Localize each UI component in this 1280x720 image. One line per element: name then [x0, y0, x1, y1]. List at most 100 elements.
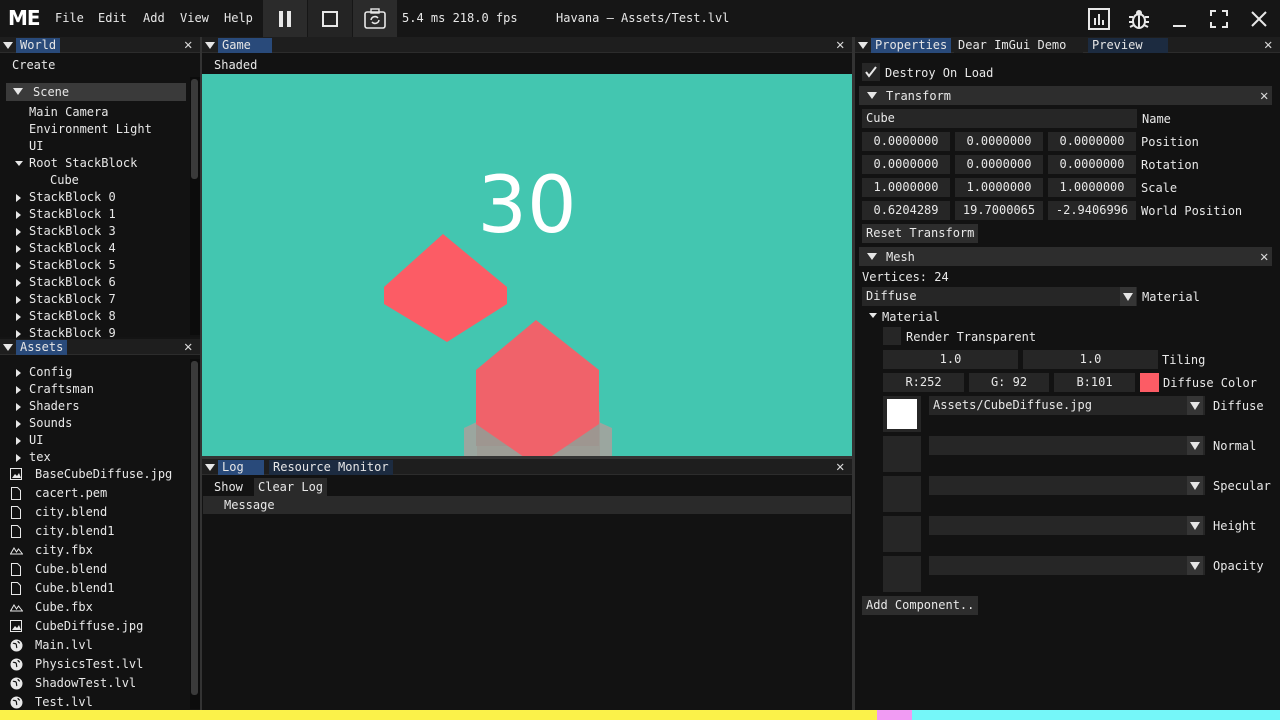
- color-r-field[interactable]: R:252: [883, 373, 964, 392]
- material-expand-icon[interactable]: [869, 313, 877, 318]
- tab-properties[interactable]: Properties: [871, 38, 952, 53]
- asset-file-item[interactable]: ShadowTest.lvl: [35, 676, 136, 690]
- tree-item[interactable]: StackBlock 8: [29, 309, 116, 323]
- show-menu[interactable]: Show: [214, 480, 243, 494]
- menu-help[interactable]: Help: [224, 11, 253, 25]
- stop-button[interactable]: [308, 0, 352, 37]
- tab-imgui-demo[interactable]: Dear ImGui Demo: [954, 38, 1083, 53]
- menu-file[interactable]: File: [55, 11, 84, 25]
- tree-item[interactable]: UI: [29, 139, 43, 153]
- asset-file-item[interactable]: PhysicsTest.lvl: [35, 657, 143, 671]
- asset-file-item[interactable]: Test.lvl: [35, 695, 93, 709]
- close-icon[interactable]: ✕: [184, 38, 192, 52]
- reset-transform-button[interactable]: Reset Transform: [862, 224, 979, 243]
- texture-select[interactable]: [929, 556, 1205, 575]
- asset-file-item[interactable]: CubeDiffuse.jpg: [35, 619, 143, 633]
- color-g-field[interactable]: G: 92: [969, 373, 1049, 392]
- chevron-down-icon[interactable]: [1187, 396, 1203, 415]
- collapse-icon[interactable]: [205, 464, 215, 471]
- texture-slot[interactable]: [883, 556, 921, 592]
- game-viewport[interactable]: 30: [202, 74, 852, 456]
- maximize-button[interactable]: [1206, 6, 1232, 32]
- tree-item[interactable]: Environment Light: [29, 122, 152, 136]
- collapse-icon[interactable]: [3, 42, 13, 49]
- transform-value-field[interactable]: 0.6204289: [862, 201, 950, 220]
- expand-icon[interactable]: [16, 296, 21, 304]
- expand-icon[interactable]: [16, 279, 21, 287]
- pause-button[interactable]: [263, 0, 307, 37]
- texture-select[interactable]: [929, 516, 1205, 535]
- tree-item[interactable]: StackBlock 3: [29, 224, 116, 238]
- close-icon[interactable]: ✕: [184, 340, 192, 354]
- close-icon[interactable]: ✕: [1264, 38, 1272, 52]
- chevron-down-icon[interactable]: [1187, 436, 1203, 455]
- expand-icon[interactable]: [16, 313, 21, 321]
- texture-select[interactable]: Assets/CubeDiffuse.jpg: [929, 396, 1205, 415]
- texture-slot[interactable]: [883, 476, 921, 512]
- name-field[interactable]: Cube: [862, 109, 1137, 128]
- profiler-button[interactable]: [1086, 6, 1112, 32]
- asset-file-item[interactable]: cacert.pem: [35, 486, 107, 500]
- asset-file-item[interactable]: BaseCubeDiffuse.jpg: [35, 467, 172, 481]
- expand-icon[interactable]: [16, 386, 21, 394]
- tab-assets[interactable]: Assets: [16, 340, 68, 355]
- tree-item[interactable]: StackBlock 5: [29, 258, 116, 272]
- chevron-down-icon[interactable]: [1187, 476, 1203, 495]
- tab-preview[interactable]: Preview: [1088, 38, 1168, 53]
- close-window-button[interactable]: [1246, 6, 1272, 32]
- folder-item[interactable]: Craftsman: [29, 382, 94, 396]
- splitter[interactable]: [852, 37, 855, 710]
- transform-value-field[interactable]: -2.9406996: [1048, 201, 1136, 220]
- texture-select[interactable]: [929, 436, 1205, 455]
- asset-file-item[interactable]: Cube.blend1: [35, 581, 114, 595]
- tree-item[interactable]: StackBlock 9: [29, 326, 116, 340]
- world-scrollbar[interactable]: [190, 77, 200, 335]
- expand-icon[interactable]: [16, 330, 21, 338]
- asset-file-item[interactable]: city.blend: [35, 505, 107, 519]
- expand-icon[interactable]: [16, 420, 21, 428]
- splitter[interactable]: [202, 456, 852, 459]
- collapse-icon[interactable]: [858, 42, 868, 49]
- color-swatch[interactable]: [1140, 373, 1159, 392]
- expand-icon[interactable]: [16, 194, 21, 202]
- expand-icon[interactable]: [16, 437, 21, 445]
- transform-value-field[interactable]: 0.0000000: [955, 155, 1043, 174]
- tree-item[interactable]: StackBlock 4: [29, 241, 116, 255]
- reload-button[interactable]: [353, 0, 397, 37]
- asset-file-item[interactable]: Cube.fbx: [35, 600, 93, 614]
- expand-icon[interactable]: [16, 245, 21, 253]
- texture-slot[interactable]: [883, 396, 921, 432]
- chevron-down-icon[interactable]: [1120, 287, 1136, 306]
- texture-slot[interactable]: [883, 436, 921, 472]
- expand-icon[interactable]: [16, 454, 21, 462]
- tab-log[interactable]: Log: [218, 460, 264, 475]
- expand-icon[interactable]: [16, 228, 21, 236]
- transform-value-field[interactable]: 1.0000000: [955, 178, 1043, 197]
- destroy-on-load-checkbox[interactable]: [862, 63, 880, 81]
- expand-icon[interactable]: [16, 262, 21, 270]
- chevron-down-icon[interactable]: [1187, 516, 1203, 535]
- create-menu[interactable]: Create: [12, 58, 55, 72]
- asset-file-item[interactable]: city.blend1: [35, 524, 114, 538]
- minimize-button[interactable]: [1166, 6, 1192, 32]
- transform-value-field[interactable]: 0.0000000: [1048, 155, 1136, 174]
- tab-resource-monitor[interactable]: Resource Monitor: [269, 460, 393, 475]
- clear-log-button[interactable]: Clear Log: [254, 478, 328, 496]
- mesh-header[interactable]: [859, 247, 1272, 266]
- menu-edit[interactable]: Edit: [98, 11, 127, 25]
- tree-item[interactable]: StackBlock 1: [29, 207, 116, 221]
- tab-world[interactable]: World: [16, 38, 61, 53]
- transform-value-field[interactable]: 1.0000000: [862, 178, 950, 197]
- folder-item[interactable]: UI: [29, 433, 43, 447]
- collapse-icon[interactable]: [205, 42, 215, 49]
- close-icon[interactable]: ✕: [836, 460, 844, 474]
- add-component-button[interactable]: Add Component..: [862, 596, 979, 615]
- debug-button[interactable]: [1126, 6, 1152, 32]
- close-icon[interactable]: ✕: [1260, 250, 1268, 264]
- assets-scroll-thumb[interactable]: [191, 361, 198, 695]
- folder-item[interactable]: Shaders: [29, 399, 80, 413]
- collapse-icon[interactable]: [3, 344, 13, 351]
- transform-value-field[interactable]: 1.0000000: [1048, 178, 1136, 197]
- folder-item[interactable]: Sounds: [29, 416, 72, 430]
- tab-game[interactable]: Game: [218, 38, 272, 53]
